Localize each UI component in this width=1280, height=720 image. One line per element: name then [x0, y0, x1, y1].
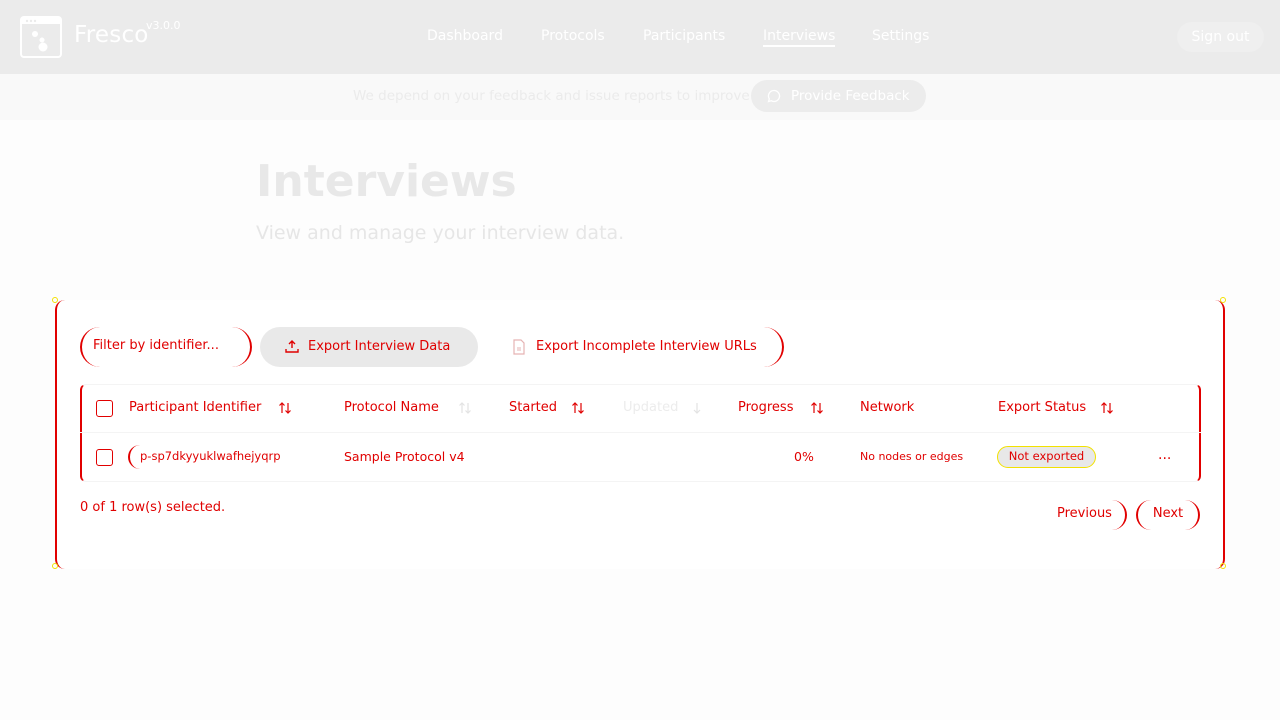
cell-progress: 0% — [794, 449, 814, 464]
sort-desc-icon[interactable] — [691, 400, 703, 419]
column-participant-identifier[interactable]: Participant Identifier — [129, 400, 261, 415]
column-updated[interactable]: Updated — [623, 400, 678, 415]
export-incomplete-urls-button[interactable]: Export Incomplete Interview URLs — [496, 327, 784, 367]
export-incomplete-urls-label: Export Incomplete Interview URLs — [536, 339, 757, 354]
cell-network: No nodes or edges — [860, 450, 964, 463]
nav-protocols[interactable]: Protocols — [541, 28, 605, 44]
export-status-badge: Not exported — [997, 446, 1096, 468]
card-corner-marker — [52, 297, 58, 303]
feedback-text: We depend on your feedback and issue rep… — [353, 88, 750, 104]
cell-protocol-name: Sample Protocol v4 — [344, 449, 465, 464]
sort-icon[interactable] — [571, 400, 585, 419]
page-subtitle: View and manage your interview data. — [256, 222, 625, 244]
sort-icon[interactable] — [1100, 400, 1114, 419]
nav-settings[interactable]: Settings — [872, 28, 929, 44]
card-corner-marker — [1220, 297, 1226, 303]
next-page-button[interactable]: Next — [1136, 500, 1200, 530]
top-navigation-bar: Fresco v3.0.0 Dashboard Protocols Partic… — [0, 0, 1280, 74]
card-corner-marker — [52, 563, 58, 569]
page-title: Interviews — [256, 156, 517, 207]
selection-count: 0 of 1 row(s) selected. — [80, 500, 226, 515]
column-progress[interactable]: Progress — [738, 400, 793, 415]
column-export-status[interactable]: Export Status — [998, 400, 1086, 415]
nav-dashboard[interactable]: Dashboard — [427, 28, 503, 44]
column-network: Network — [860, 400, 915, 415]
brand-name: Fresco — [74, 22, 149, 48]
previous-page-button[interactable]: Previous — [1044, 500, 1127, 530]
nav-interviews[interactable]: Interviews — [763, 28, 836, 47]
row-select-checkbox[interactable] — [96, 449, 113, 466]
select-all-checkbox[interactable] — [96, 400, 113, 417]
column-started[interactable]: Started — [509, 400, 557, 415]
sort-icon[interactable] — [278, 400, 292, 419]
provide-feedback-label: Provide Feedback — [791, 88, 910, 104]
provide-feedback-button[interactable]: Provide Feedback — [751, 80, 926, 112]
version-label: v3.0.0 — [146, 19, 181, 32]
sign-out-button[interactable]: Sign out — [1177, 22, 1264, 52]
export-interview-data-button[interactable]: Export Interview Data — [260, 327, 478, 367]
row-actions-button[interactable]: ... — [1158, 447, 1171, 463]
fresco-logo-icon[interactable] — [20, 16, 62, 58]
column-protocol-name[interactable]: Protocol Name — [344, 400, 439, 415]
card-corner-marker — [1220, 563, 1226, 569]
nav-participants[interactable]: Participants — [643, 28, 725, 44]
sort-icon[interactable] — [458, 400, 472, 419]
sort-icon[interactable] — [810, 400, 824, 419]
participant-identifier-badge[interactable]: p-sp7dkyyuklwafhejyqrp — [128, 445, 302, 469]
table-row-divider — [80, 432, 1201, 433]
filter-identifier-input[interactable]: Filter by identifier... — [80, 327, 252, 367]
export-interview-data-label: Export Interview Data — [308, 339, 451, 354]
